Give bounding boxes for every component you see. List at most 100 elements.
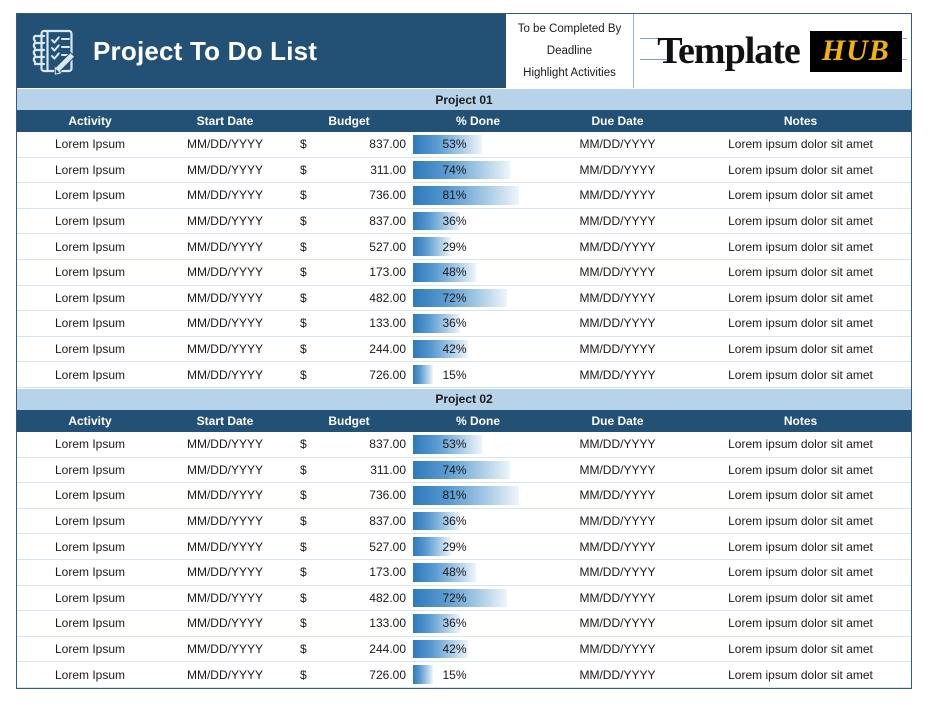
cell-notes[interactable]: Lorem ipsum dolor sit amet xyxy=(690,533,911,560)
cell-start-date[interactable]: MM/DD/YYYY xyxy=(163,132,287,158)
table-row[interactable]: Lorem Ipsum MM/DD/YYYY $133.00 36% MM/DD/YYY… xyxy=(17,310,911,337)
table-row[interactable]: Lorem Ipsum MM/DD/YYYY $527.00 29% MM/DD/YYY… xyxy=(17,533,911,560)
cell-activity[interactable]: Lorem Ipsum xyxy=(17,157,163,184)
cell-activity[interactable]: Lorem Ipsum xyxy=(17,508,163,535)
cell-start-date[interactable]: MM/DD/YYYY xyxy=(163,208,287,235)
table-row[interactable]: Lorem Ipsum MM/DD/YYYY $837.00 36% MM/DD/YYY… xyxy=(17,208,911,235)
cell-notes[interactable]: Lorem ipsum dolor sit amet xyxy=(690,361,911,388)
cell-percent-done[interactable]: 81% xyxy=(411,182,545,209)
cell-percent-done[interactable]: 36% xyxy=(411,610,545,637)
cell-start-date[interactable]: MM/DD/YYYY xyxy=(163,508,287,535)
cell-due-date[interactable]: MM/DD/YYYY xyxy=(545,361,690,388)
column-header-due-date[interactable]: Due Date xyxy=(545,110,690,132)
cell-percent-done[interactable]: 42% xyxy=(411,636,545,663)
cell-percent-done[interactable]: 42% xyxy=(411,336,545,363)
cell-activity[interactable]: Lorem Ipsum xyxy=(17,431,163,458)
column-header-budget[interactable]: Budget xyxy=(287,409,411,432)
table-row[interactable]: Lorem Ipsum MM/DD/YYYY $837.00 53% MM/DD/YYY… xyxy=(17,132,911,158)
table-row[interactable]: Lorem Ipsum MM/DD/YYYY $726.00 15% MM/DD/YYY… xyxy=(17,361,911,388)
cell-percent-done[interactable]: 48% xyxy=(411,259,545,286)
cell-percent-done[interactable]: 29% xyxy=(411,233,545,260)
cell-due-date[interactable]: MM/DD/YYYY xyxy=(545,310,690,337)
cell-percent-done[interactable]: 53% xyxy=(411,431,545,458)
cell-activity[interactable]: Lorem Ipsum xyxy=(17,259,163,286)
table-row[interactable]: Lorem Ipsum MM/DD/YYYY $726.00 15% MM/DD/YYY… xyxy=(17,661,911,688)
cell-due-date[interactable]: MM/DD/YYYY xyxy=(545,508,690,535)
cell-start-date[interactable]: MM/DD/YYYY xyxy=(163,157,287,184)
cell-budget[interactable]: $482.00 xyxy=(287,585,411,612)
column-header-notes[interactable]: Notes xyxy=(690,409,911,432)
cell-activity[interactable]: Lorem Ipsum xyxy=(17,233,163,260)
cell-start-date[interactable]: MM/DD/YYYY xyxy=(163,233,287,260)
cell-notes[interactable]: Lorem ipsum dolor sit amet xyxy=(690,336,911,363)
cell-notes[interactable]: Lorem ipsum dolor sit amet xyxy=(690,310,911,337)
cell-due-date[interactable]: MM/DD/YYYY xyxy=(545,233,690,260)
cell-notes[interactable]: Lorem ipsum dolor sit amet xyxy=(690,610,911,637)
table-row[interactable]: Lorem Ipsum MM/DD/YYYY $244.00 42% MM/DD/YYY… xyxy=(17,636,911,663)
cell-activity[interactable]: Lorem Ipsum xyxy=(17,361,163,388)
cell-due-date[interactable]: MM/DD/YYYY xyxy=(545,610,690,637)
cell-activity[interactable]: Lorem Ipsum xyxy=(17,482,163,509)
cell-start-date[interactable]: MM/DD/YYYY xyxy=(163,259,287,286)
column-header-notes[interactable]: Notes xyxy=(690,110,911,132)
cell-notes[interactable]: Lorem ipsum dolor sit amet xyxy=(690,208,911,235)
cell-notes[interactable]: Lorem ipsum dolor sit amet xyxy=(690,661,911,688)
cell-percent-done[interactable]: 29% xyxy=(411,533,545,560)
cell-due-date[interactable]: MM/DD/YYYY xyxy=(545,259,690,286)
table-row[interactable]: Lorem Ipsum MM/DD/YYYY $311.00 74% MM/DD/YYY… xyxy=(17,457,911,484)
cell-due-date[interactable]: MM/DD/YYYY xyxy=(545,132,690,158)
cell-activity[interactable]: Lorem Ipsum xyxy=(17,661,163,688)
cell-notes[interactable]: Lorem ipsum dolor sit amet xyxy=(690,508,911,535)
cell-start-date[interactable]: MM/DD/YYYY xyxy=(163,661,287,688)
cell-start-date[interactable]: MM/DD/YYYY xyxy=(163,431,287,458)
cell-budget[interactable]: $726.00 xyxy=(287,361,411,388)
cell-due-date[interactable]: MM/DD/YYYY xyxy=(545,208,690,235)
cell-budget[interactable]: $482.00 xyxy=(287,285,411,312)
cell-notes[interactable]: Lorem ipsum dolor sit amet xyxy=(690,259,911,286)
cell-budget[interactable]: $244.00 xyxy=(287,636,411,663)
table-row[interactable]: Lorem Ipsum MM/DD/YYYY $244.00 42% MM/DD/YYY… xyxy=(17,336,911,363)
table-row[interactable]: Lorem Ipsum MM/DD/YYYY $736.00 81% MM/DD/YYY… xyxy=(17,182,911,209)
column-header-percent-done[interactable]: % Done xyxy=(411,110,545,132)
cell-start-date[interactable]: MM/DD/YYYY xyxy=(163,285,287,312)
cell-notes[interactable]: Lorem ipsum dolor sit amet xyxy=(690,285,911,312)
cell-budget[interactable]: $311.00 xyxy=(287,457,411,484)
cell-due-date[interactable]: MM/DD/YYYY xyxy=(545,182,690,209)
cell-due-date[interactable]: MM/DD/YYYY xyxy=(545,431,690,458)
table-row[interactable]: Lorem Ipsum MM/DD/YYYY $311.00 74% MM/DD/YYY… xyxy=(17,157,911,184)
cell-due-date[interactable]: MM/DD/YYYY xyxy=(545,636,690,663)
cell-budget[interactable]: $311.00 xyxy=(287,157,411,184)
column-header-activity[interactable]: Activity xyxy=(17,110,163,132)
cell-budget[interactable]: $837.00 xyxy=(287,132,411,158)
cell-percent-done[interactable]: 15% xyxy=(411,361,545,388)
cell-notes[interactable]: Lorem ipsum dolor sit amet xyxy=(690,132,911,158)
table-row[interactable]: Lorem Ipsum MM/DD/YYYY $736.00 81% MM/DD/YYY… xyxy=(17,482,911,509)
cell-activity[interactable]: Lorem Ipsum xyxy=(17,610,163,637)
table-row[interactable]: Lorem Ipsum MM/DD/YYYY $133.00 36% MM/DD/YYY… xyxy=(17,610,911,637)
cell-budget[interactable]: $244.00 xyxy=(287,336,411,363)
cell-percent-done[interactable]: 36% xyxy=(411,208,545,235)
cell-due-date[interactable]: MM/DD/YYYY xyxy=(545,533,690,560)
cell-percent-done[interactable]: 81% xyxy=(411,482,545,509)
cell-percent-done[interactable]: 36% xyxy=(411,310,545,337)
cell-due-date[interactable]: MM/DD/YYYY xyxy=(545,157,690,184)
cell-due-date[interactable]: MM/DD/YYYY xyxy=(545,585,690,612)
cell-due-date[interactable]: MM/DD/YYYY xyxy=(545,482,690,509)
cell-budget[interactable]: $173.00 xyxy=(287,259,411,286)
table-row[interactable]: Lorem Ipsum MM/DD/YYYY $837.00 36% MM/DD/YYY… xyxy=(17,508,911,535)
cell-budget[interactable]: $173.00 xyxy=(287,559,411,586)
cell-start-date[interactable]: MM/DD/YYYY xyxy=(163,559,287,586)
cell-percent-done[interactable]: 74% xyxy=(411,457,545,484)
table-row[interactable]: Lorem Ipsum MM/DD/YYYY $173.00 48% MM/DD/YYY… xyxy=(17,259,911,286)
cell-percent-done[interactable]: 53% xyxy=(411,132,545,158)
cell-due-date[interactable]: MM/DD/YYYY xyxy=(545,559,690,586)
cell-start-date[interactable]: MM/DD/YYYY xyxy=(163,182,287,209)
cell-budget[interactable]: $736.00 xyxy=(287,182,411,209)
cell-notes[interactable]: Lorem ipsum dolor sit amet xyxy=(690,233,911,260)
cell-percent-done[interactable]: 36% xyxy=(411,508,545,535)
table-row[interactable]: Lorem Ipsum MM/DD/YYYY $482.00 72% MM/DD/YYY… xyxy=(17,585,911,612)
cell-notes[interactable]: Lorem ipsum dolor sit amet xyxy=(690,431,911,458)
cell-start-date[interactable]: MM/DD/YYYY xyxy=(163,361,287,388)
cell-start-date[interactable]: MM/DD/YYYY xyxy=(163,482,287,509)
cell-activity[interactable]: Lorem Ipsum xyxy=(17,636,163,663)
